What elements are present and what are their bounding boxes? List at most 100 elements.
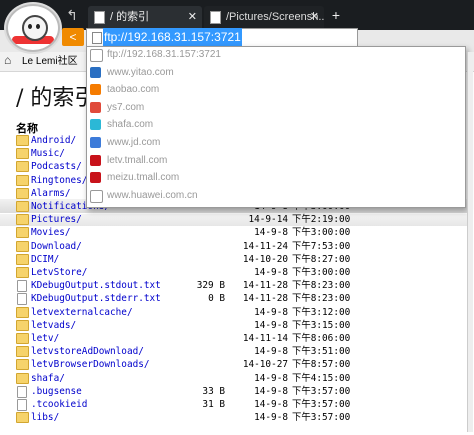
file-link[interactable]: letvexternalcache/ [31,306,133,319]
back-button[interactable]: < [62,28,84,46]
file-date: 14-11-24 [242,240,288,252]
shafa-icon [90,119,101,131]
file-time: 下午4:15:00 [292,372,351,384]
suggestion-item[interactable]: taobao.com [90,81,460,99]
table-row: letvBrowserDownloads/14-10-27 下午8:57:00 [16,358,456,371]
file-link[interactable]: Music/ [31,147,65,160]
table-row: LetvStore/14-9-8 下午3:00:00 [16,266,456,279]
tab-screenshots[interactable]: /Pictures/Screensh... ✕ [204,6,324,30]
table-row: KDebugOutput.stdout.txt 329 B 14-11-28 下午8:… [16,279,456,293]
suggestion-text: letv.tmall.com [107,154,168,166]
file-link[interactable]: Download/ [31,240,82,253]
folder-icon [16,174,29,186]
table-row: Movies/14-9-8 下午3:00:00 [16,226,456,239]
suggestion-text: ys7.com [107,101,145,113]
folder-icon [16,227,29,239]
file-time: 下午3:15:00 [292,319,351,331]
file-date: 14-9-8 [254,306,288,318]
file-link[interactable]: DCIM/ [31,253,59,266]
suggestion-item[interactable]: shafa.com [90,116,460,134]
bookmark-lemi[interactable]: Le Lemi社区 [22,52,78,71]
avatar[interactable] [6,4,60,52]
file-link[interactable]: Android/ [31,134,76,147]
folder-icon [16,253,29,265]
page-icon [92,32,102,44]
table-row: Pictures/14-9-14 下午2:19:00 [16,213,456,226]
close-icon[interactable]: ✕ [310,6,319,28]
file-date: 14-9-8 [254,399,288,410]
suggestion-item[interactable]: www.yitao.com [90,64,460,82]
folder-icon [16,346,29,358]
folder-icon [16,306,29,318]
file-size: 31 B [202,399,225,410]
yitao-icon [90,66,101,78]
file-time: 下午3:00:00 [292,267,351,278]
new-tab-button[interactable]: + [328,6,344,24]
file-time: 下午3:57:00 [292,412,351,424]
file-link[interactable]: letvBrowserDownloads/ [31,358,150,371]
file-link[interactable]: .tcookieid [31,398,87,411]
file-date: 14-9-8 [254,319,288,331]
folder-icon [16,412,29,424]
file-date: 14-9-8 [254,372,288,384]
file-time: 下午8:23:00 [292,293,351,305]
folder-icon [16,201,29,212]
folder-icon [16,148,29,160]
file-link[interactable]: libs/ [31,411,59,424]
file-size: 329 B [196,280,225,292]
table-row: letvstoreAdDownload/14-9-8 下午3:51:00 [16,345,456,358]
home-icon[interactable]: ⌂ [4,53,18,67]
page-icon [210,11,221,24]
table-row: .bugsense 33 B 14-9-8 下午3:57:00 [16,385,456,398]
file-link[interactable]: KDebugOutput.stderr.txt [31,292,161,305]
suggestion-item[interactable]: meizu.tmall.com [90,169,460,187]
file-time: 下午3:57:00 [292,399,351,410]
file-date: 14-10-20 [242,253,288,265]
file-link[interactable]: letvads/ [31,319,76,332]
file-size: 33 B [202,385,225,397]
file-time: 下午2:19:00 [292,214,351,226]
file-link[interactable]: Pictures/ [31,213,82,226]
file-link[interactable]: Ringtones/ [31,174,87,187]
file-time: 下午8:06:00 [292,333,351,344]
table-row: shafa/14-9-8 下午4:15:00 [16,372,456,385]
folder-icon [16,333,29,344]
file-time: 下午3:00:00 [292,227,351,239]
file-date: 14-9-8 [254,227,288,239]
jd-icon [90,137,101,148]
taobao-icon [90,84,101,96]
file-icon [17,293,27,306]
back-arrow-icon[interactable]: ↰ [62,6,82,24]
page-title: / 的索引 [16,86,97,111]
file-link[interactable]: letvstoreAdDownload/ [31,345,144,358]
file-link[interactable]: KDebugOutput.stdout.txt [31,279,161,292]
suggestion-item[interactable]: www.jd.com [90,134,460,152]
file-date: 14-11-28 [242,280,288,292]
file-link[interactable]: LetvStore/ [31,266,87,279]
file-link[interactable]: Alarms/ [31,187,71,200]
scrollbar[interactable] [467,52,473,432]
file-date: 14-9-8 [254,267,288,278]
file-link[interactable]: Podcasts/ [31,160,82,173]
ys7-icon [90,101,101,113]
table-row: letv/14-11-14 下午8:06:00 [16,332,456,345]
file-icon [17,399,27,411]
suggestion-item[interactable]: letv.tmall.com [90,152,460,170]
suggestion-item[interactable]: ftp://192.168.31.157:3721 [90,46,460,64]
folder-icon [16,161,29,173]
address-input[interactable]: ftp://192.168.31.157:3721 [103,28,242,46]
file-link[interactable]: shafa/ [31,372,65,385]
file-time: 下午8:23:00 [292,280,351,292]
file-link[interactable]: letv/ [31,332,59,345]
close-icon[interactable]: ✕ [188,6,197,28]
table-row: libs/14-9-8 下午3:57:00 [16,411,456,424]
file-link[interactable]: .bugsense [31,385,82,398]
table-row: .tcookieid 31 B 14-9-8 下午3:57:00 [16,398,456,411]
table-row: Download/14-11-24 下午7:53:00 [16,240,456,253]
tab-index[interactable]: / 的索引 ✕ [88,6,202,30]
suggestion-item[interactable]: www.huawei.com.cn [90,187,460,205]
table-row: letvads/14-9-8 下午3:15:00 [16,319,456,332]
file-size: 0 B [208,293,225,305]
file-link[interactable]: Movies/ [31,226,71,239]
suggestion-item[interactable]: ys7.com [90,99,460,117]
